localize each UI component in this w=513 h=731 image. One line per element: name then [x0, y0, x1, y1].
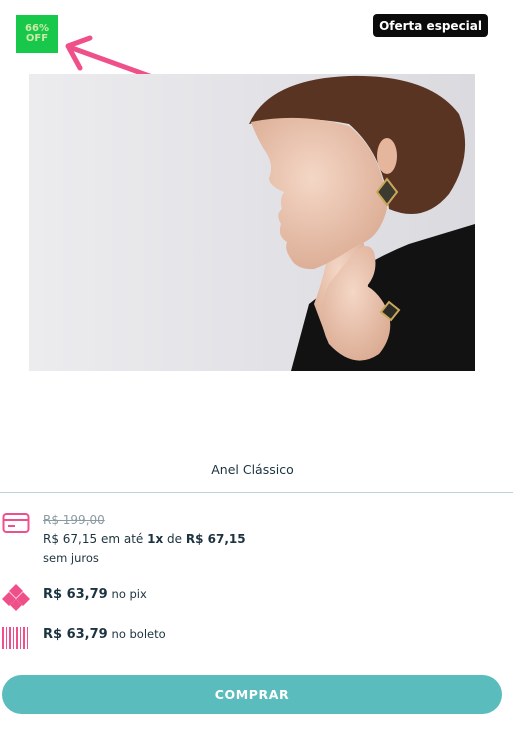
boleto-price: R$ 63,79 [43, 627, 108, 642]
installment-value: R$ 67,15 [185, 532, 246, 546]
installment-mid: de [167, 532, 183, 546]
credit-card-icon [2, 513, 30, 533]
discount-off: OFF [25, 33, 49, 44]
pix-price-line: R$ 63,79 no pix [43, 587, 147, 602]
barcode-icon [2, 627, 28, 649]
pix-price: R$ 63,79 [43, 587, 108, 602]
card-price: R$ 67,15 [43, 532, 98, 546]
product-photo [29, 74, 475, 371]
divider [0, 492, 513, 493]
boleto-label: no boleto [111, 627, 166, 641]
interest-free-label: sem juros [43, 551, 99, 565]
original-price: R$ 199,00 [43, 513, 105, 527]
discount-badge: 66% OFF [16, 15, 58, 53]
boleto-price-line: R$ 63,79 no boleto [43, 627, 166, 642]
buy-button[interactable]: COMPRAR [2, 675, 502, 714]
pix-label: no pix [111, 587, 147, 601]
card-installment-line: R$ 67,15 em até 1x de R$ 67,15 [43, 532, 246, 546]
pix-icon [2, 584, 30, 611]
product-name: Anel Clássico [211, 462, 294, 477]
installment-prefix: em até [100, 532, 144, 546]
installment-count: 1x [147, 532, 164, 546]
special-offer-badge: Oferta especial [373, 14, 488, 37]
